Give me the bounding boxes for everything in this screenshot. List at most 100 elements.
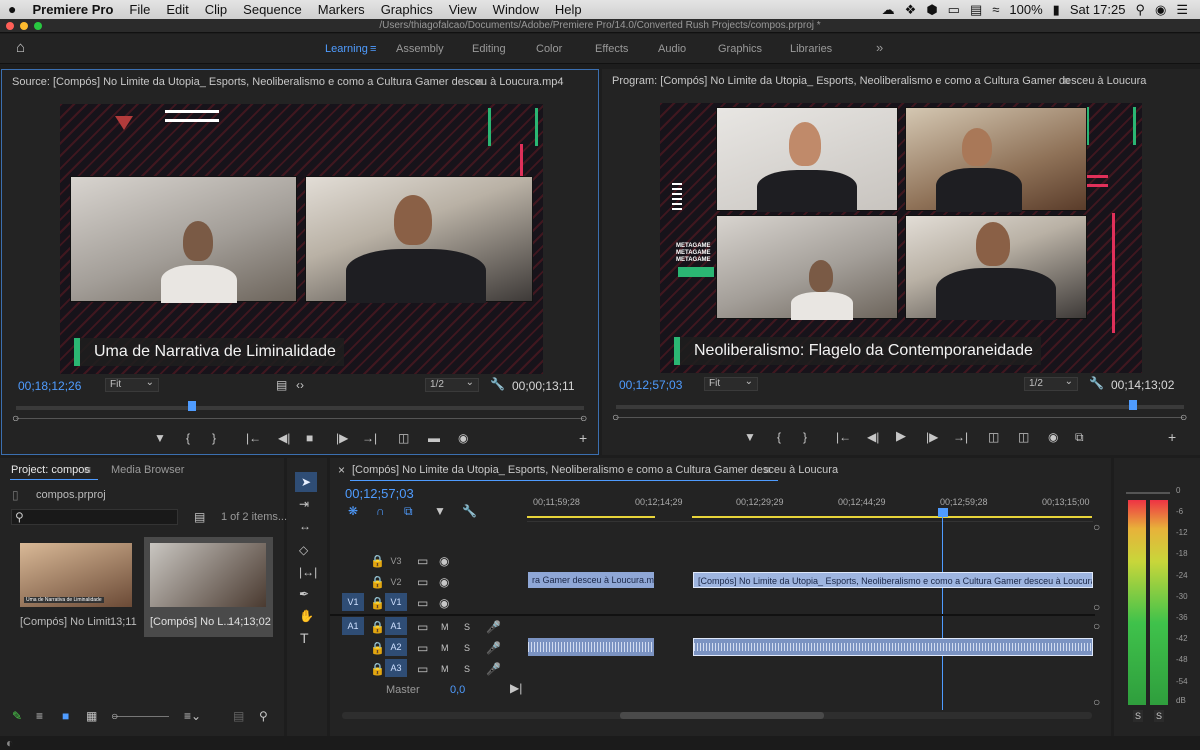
- overwrite-icon[interactable]: ▬: [428, 432, 440, 444]
- solo-button[interactable]: S: [464, 621, 470, 633]
- menu-graphics[interactable]: Graphics: [373, 0, 441, 19]
- program-timecode[interactable]: 00;12;57;03: [619, 378, 682, 392]
- menu-markers[interactable]: Markers: [310, 0, 373, 19]
- sync-lock-icon[interactable]: ▭: [417, 663, 428, 675]
- linked-selection-icon[interactable]: ⧉: [404, 505, 413, 517]
- background-task-icon[interactable]: ◐: [6, 737, 13, 749]
- program-resolution-dropdown[interactable]: 1/2: [1024, 376, 1078, 391]
- solo-button[interactable]: S: [464, 663, 470, 675]
- source-export-frame-icon[interactable]: ▤: [276, 379, 287, 391]
- dropbox-icon[interactable]: ❖: [905, 2, 917, 18]
- apple-menu-icon[interactable]: ●: [0, 0, 24, 19]
- workspace-tab-audio[interactable]: Audio: [658, 43, 686, 55]
- clock[interactable]: Sat 17:25: [1070, 2, 1126, 17]
- add-marker-icon[interactable]: ▼: [154, 432, 166, 444]
- source-wrench-icon[interactable]: 🔧: [490, 378, 505, 390]
- program-scrub-start-handle[interactable]: ○: [612, 411, 619, 423]
- media-browser-tab[interactable]: Media Browser: [111, 464, 184, 476]
- project-panel-menu-icon[interactable]: ≡: [84, 464, 91, 476]
- step-forward-icon[interactable]: |▶: [926, 431, 938, 443]
- razor-tool-icon[interactable]: ◇: [299, 544, 308, 556]
- sync-lock-icon[interactable]: ▭: [417, 555, 428, 567]
- workspace-tab-libraries[interactable]: Libraries: [790, 43, 832, 55]
- workspace-overflow-button[interactable]: »: [876, 40, 883, 55]
- menu-file[interactable]: File: [121, 0, 158, 19]
- step-back-icon[interactable]: ◀|: [278, 432, 290, 444]
- mark-out-icon[interactable]: }: [212, 432, 216, 444]
- sync-lock-icon[interactable]: ▭: [417, 621, 428, 633]
- freeform-view-icon[interactable]: ▦: [86, 710, 97, 722]
- timeline-playhead-head[interactable]: [938, 508, 948, 517]
- workspace-tab-assembly[interactable]: Assembly: [396, 43, 444, 55]
- button-editor-icon[interactable]: +: [1168, 430, 1176, 444]
- sort-icon[interactable]: ≡⌄: [184, 710, 201, 722]
- mark-in-icon[interactable]: {: [186, 432, 190, 444]
- workspace-tab-color[interactable]: Color: [536, 43, 562, 55]
- writable-pencil-icon[interactable]: ✎: [12, 710, 22, 722]
- add-marker-icon[interactable]: ▼: [434, 505, 446, 517]
- horizontal-scroll-thumb[interactable]: [620, 712, 824, 719]
- mute-button[interactable]: M: [441, 621, 449, 633]
- step-back-icon[interactable]: ◀|: [867, 431, 879, 443]
- track-a3-toggle[interactable]: A3: [385, 659, 407, 677]
- timeline-settings-icon[interactable]: 🔧: [462, 505, 477, 517]
- app-menu[interactable]: Premiere Pro: [24, 0, 121, 19]
- lift-icon[interactable]: ◫: [988, 431, 999, 443]
- zoom-slider-handle[interactable]: ○: [111, 710, 118, 722]
- eye-icon[interactable]: ◉: [439, 555, 449, 567]
- source-scrub-end-handle[interactable]: ○: [580, 412, 587, 424]
- selection-tool-icon[interactable]: ➤: [301, 476, 311, 488]
- program-playhead[interactable]: [1128, 400, 1137, 410]
- video-clip-v2-left[interactable]: ra Gamer desceu à Loucura.mp4 [V]: [528, 572, 654, 588]
- source-scrub-bar[interactable]: [16, 418, 584, 419]
- source-settings-icon[interactable]: ‹›: [296, 379, 304, 391]
- new-bin-icon[interactable]: ▤: [194, 511, 205, 523]
- lock-icon[interactable]: 🔒: [370, 663, 385, 675]
- program-fit-dropdown[interactable]: Fit: [704, 376, 758, 391]
- lock-icon[interactable]: 🔒: [370, 576, 385, 588]
- source-panel-menu-icon[interactable]: ≡: [476, 76, 483, 88]
- step-forward-icon[interactable]: |▶: [336, 432, 348, 444]
- audio-clip-a2-left[interactable]: [528, 638, 654, 656]
- go-to-in-icon[interactable]: |←: [246, 432, 261, 444]
- menu-help[interactable]: Help: [547, 0, 590, 19]
- export-frame-icon[interactable]: ◉: [458, 432, 468, 444]
- home-icon[interactable]: ⌂: [16, 40, 25, 55]
- project-item-2[interactable]: [Compós] No L... 14;13;02: [144, 537, 273, 637]
- play-icon[interactable]: ▶: [896, 429, 906, 442]
- project-tab[interactable]: Project: compos: [11, 464, 90, 476]
- vertical-scroll-handle[interactable]: ○: [1093, 620, 1100, 632]
- vertical-scroll-handle[interactable]: ○: [1093, 601, 1100, 613]
- work-area-bar[interactable]: [527, 516, 655, 518]
- go-to-in-icon[interactable]: |←: [836, 431, 851, 443]
- lock-icon[interactable]: 🔒: [370, 642, 385, 654]
- sync-lock-icon[interactable]: ▭: [417, 597, 428, 609]
- go-to-end-icon[interactable]: ▶|: [510, 682, 522, 694]
- video-audio-divider[interactable]: [330, 614, 1095, 616]
- vertical-scroll-handle[interactable]: ○: [1093, 696, 1100, 708]
- voiceover-mic-icon[interactable]: 🎤: [486, 663, 501, 675]
- mark-in-icon[interactable]: {: [777, 431, 781, 443]
- sync-lock-icon[interactable]: ▭: [417, 576, 428, 588]
- lock-icon[interactable]: 🔒: [370, 597, 385, 609]
- lock-icon[interactable]: 🔒: [370, 555, 385, 567]
- mute-button[interactable]: M: [441, 663, 449, 675]
- menu-window[interactable]: Window: [485, 0, 547, 19]
- stop-icon[interactable]: ■: [306, 432, 313, 444]
- audio-clip-a2-right[interactable]: [693, 638, 1093, 656]
- type-tool-icon[interactable]: T: [300, 631, 309, 645]
- wifi-icon[interactable]: ≈: [992, 2, 999, 17]
- eye-icon[interactable]: ◉: [439, 576, 449, 588]
- slip-tool-icon[interactable]: |↔|: [299, 566, 317, 578]
- track-v1-toggle[interactable]: V1: [385, 593, 407, 611]
- sync-lock-icon[interactable]: ▭: [417, 642, 428, 654]
- source-fit-dropdown[interactable]: Fit: [105, 377, 159, 392]
- button-editor-icon[interactable]: +: [579, 431, 587, 445]
- video-clip-v2-right[interactable]: [Compós] No Limite da Utopia_ Esports, N…: [693, 572, 1093, 588]
- battery-icon[interactable]: ▮: [1053, 2, 1060, 18]
- snap-icon[interactable]: ∩: [376, 505, 385, 517]
- track-a1-toggle[interactable]: A1: [385, 617, 407, 635]
- airplay-icon[interactable]: ▭: [948, 2, 960, 18]
- menu-sequence[interactable]: Sequence: [235, 0, 310, 19]
- menu-edit[interactable]: Edit: [158, 0, 196, 19]
